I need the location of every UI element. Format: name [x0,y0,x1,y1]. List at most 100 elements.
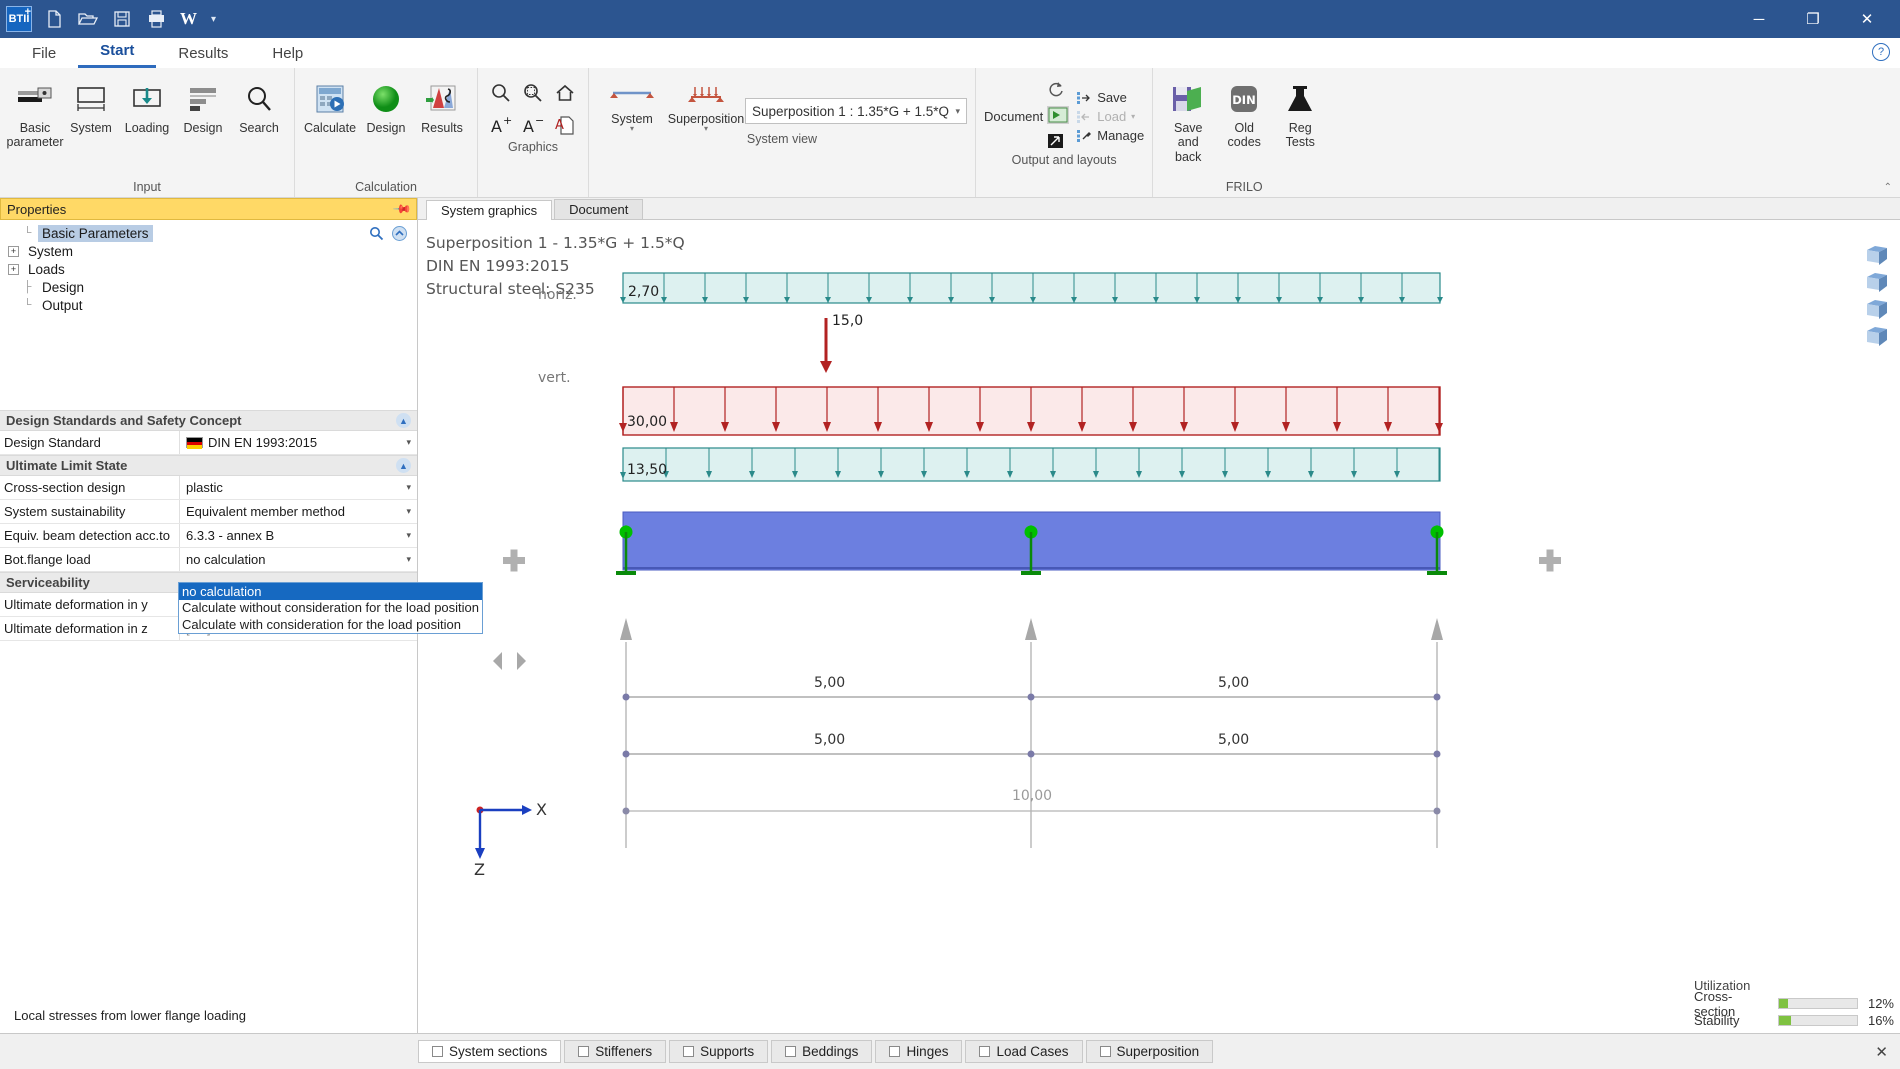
maximize-button[interactable]: ❐ [1786,0,1840,38]
load-layout-item[interactable]: Load ▾ [1076,109,1144,124]
manage-layout-item[interactable]: Manage [1076,128,1144,143]
close-button[interactable]: ✕ [1840,0,1894,38]
system-graphics-canvas[interactable]: Superposition 1 - 1.35*G + 1.5*Q DIN EN … [418,220,1900,1033]
design-button[interactable]: Design [176,78,230,138]
chevron-down-icon[interactable]: ▾ [704,126,708,132]
font-decrease-icon[interactable]: A− [518,110,548,140]
properties-title: Properties [7,202,66,217]
chevron-down-icon[interactable]: ▾ [1131,112,1135,121]
chevron-down-icon[interactable]: ▾ [406,437,411,448]
row-design-standard[interactable]: Design Standard DIN EN 1993:2015 ▾ [0,431,417,455]
basic-parameter-button[interactable]: Basic parameter [8,78,62,153]
view-3d-icon-2[interactable] [1864,271,1890,293]
minimize-button[interactable]: ─ [1732,0,1786,38]
dimension-label-r1c2: 5,00 [1218,675,1249,691]
chevron-down-icon[interactable]: ▾ [955,106,960,117]
results-button[interactable]: Results [415,78,469,138]
save-disk-icon[interactable] [112,9,132,29]
print-icon[interactable] [146,9,166,29]
tab-results[interactable]: Results [156,41,250,68]
save-layout-item[interactable]: Save [1076,90,1144,105]
group-title-output-layouts: Output and layouts [1012,153,1117,170]
bottom-tab-supports[interactable]: Supports [669,1040,768,1063]
word-export-icon[interactable]: W [180,9,197,29]
tree-collapse-icon[interactable] [392,226,407,244]
pin-icon[interactable]: 📌 [392,199,412,219]
old-codes-button[interactable]: DIN Old codes [1217,78,1271,153]
tab-start[interactable]: Start [78,38,156,68]
chevron-down-icon[interactable]: ▾ [406,554,411,565]
bottom-tab-hinges[interactable]: Hinges [875,1040,962,1063]
chevron-down-icon[interactable]: ▾ [406,530,411,541]
status-message: Local stresses from lower flange loading [0,998,417,1033]
text-page-icon[interactable]: A [550,110,580,140]
row-system-sustainability[interactable]: System sustainability Equivalent member … [0,500,417,524]
row-bot-flange-load[interactable]: Bot.flange load no calculation ▾ [0,548,417,572]
open-folder-icon[interactable] [78,9,98,29]
help-icon[interactable]: ? [1872,43,1890,61]
zoom-home-icon[interactable] [550,78,580,108]
section-markers [620,618,1443,640]
tab-square-icon [889,1046,900,1057]
search-button[interactable]: Search [232,78,286,138]
font-increase-icon[interactable]: A+ [486,110,516,140]
zoom-in-icon[interactable] [486,78,516,108]
tab-document[interactable]: Document [554,199,643,219]
section-ultimate-limit-state[interactable]: Ultimate Limit State ▲ [0,455,417,476]
expand-icon[interactable]: + [8,264,19,275]
view-3d-icon-4[interactable] [1864,325,1890,347]
new-document-icon[interactable] [44,9,64,29]
chevron-down-icon[interactable]: ▾ [406,482,411,493]
loading-button[interactable]: Loading [120,78,174,138]
refresh-icon[interactable] [1046,80,1070,101]
view-3d-icon-1[interactable] [1864,244,1890,266]
tab-file[interactable]: File [10,41,78,68]
results-icon [424,81,460,117]
bottom-tab-beddings[interactable]: Beddings [771,1040,872,1063]
ribbon-collapse-icon[interactable]: ⌃ [1884,182,1892,193]
chevron-down-icon[interactable]: ▾ [630,126,634,132]
reg-tests-button[interactable]: Reg Tests [1273,78,1327,153]
row-equiv-beam-detection[interactable]: Equiv. beam detection acc.to 6.3.3 - ann… [0,524,417,548]
superposition-view-button[interactable]: Superposition ▾ [671,78,741,132]
expand-icon[interactable]: + [8,246,19,257]
chevron-down-icon[interactable]: ▾ [211,14,216,25]
dimension-label-r1c1: 5,00 [814,675,845,691]
bottom-tab-superposition[interactable]: Superposition [1086,1040,1214,1063]
bottom-tab-system-sections[interactable]: System sections [418,1040,561,1063]
svg-text:−: − [535,114,544,127]
expand-icon[interactable] [1046,132,1070,153]
chevron-up-icon[interactable]: ▲ [396,413,411,428]
system-button[interactable]: System [64,78,118,138]
superposition-combo[interactable]: Superposition 1 : 1.35*G + 1.5*Q ▾ [745,98,967,124]
tree-item-basic-parameters[interactable]: └ Basic Parameters [0,224,417,242]
document-preview-icon[interactable] [1046,105,1070,128]
design-sphere-button[interactable]: Design [359,78,413,138]
view-3d-icon-3[interactable] [1864,298,1890,320]
tab-system-graphics[interactable]: System graphics [426,200,552,220]
tree-search-icon[interactable] [369,226,384,244]
section-design-standards[interactable]: Design Standards and Safety Concept ▲ [0,410,417,431]
title-bar: BTII + W ▾ ─ ❐ ✕ [0,0,1900,38]
bottom-tab-load-cases[interactable]: Load Cases [965,1040,1082,1063]
close-icon[interactable]: ✕ [1875,1043,1888,1061]
tree-item-design[interactable]: ├ Design [0,278,417,296]
tree-item-system[interactable]: + System [0,242,417,260]
calculate-button[interactable]: Calculate [303,78,357,138]
tree-item-output[interactable]: └ Output [0,296,417,314]
system-view-button[interactable]: System ▾ [597,78,667,132]
manage-layout-label: Manage [1097,128,1144,143]
tab-help[interactable]: Help [250,41,325,68]
dropdown-option[interactable]: Calculate with consideration for the loa… [179,616,482,633]
tree-item-loads[interactable]: + Loads [0,260,417,278]
row-cross-section-design[interactable]: Cross-section design plastic ▾ [0,476,417,500]
dropdown-option[interactable]: no calculation [179,583,482,600]
bottom-tab-stiffeners[interactable]: Stiffeners [564,1040,666,1063]
zoom-window-icon[interactable] [518,78,548,108]
save-and-back-button[interactable]: Save and back [1161,78,1215,167]
bot-flange-load-dropdown[interactable]: no calculation Calculate without conside… [178,582,483,634]
chevron-up-icon[interactable]: ▲ [396,458,411,473]
utilization-percent: 16% [1864,1013,1894,1028]
dropdown-option[interactable]: Calculate without consideration for the … [179,600,482,617]
chevron-down-icon[interactable]: ▾ [406,506,411,517]
